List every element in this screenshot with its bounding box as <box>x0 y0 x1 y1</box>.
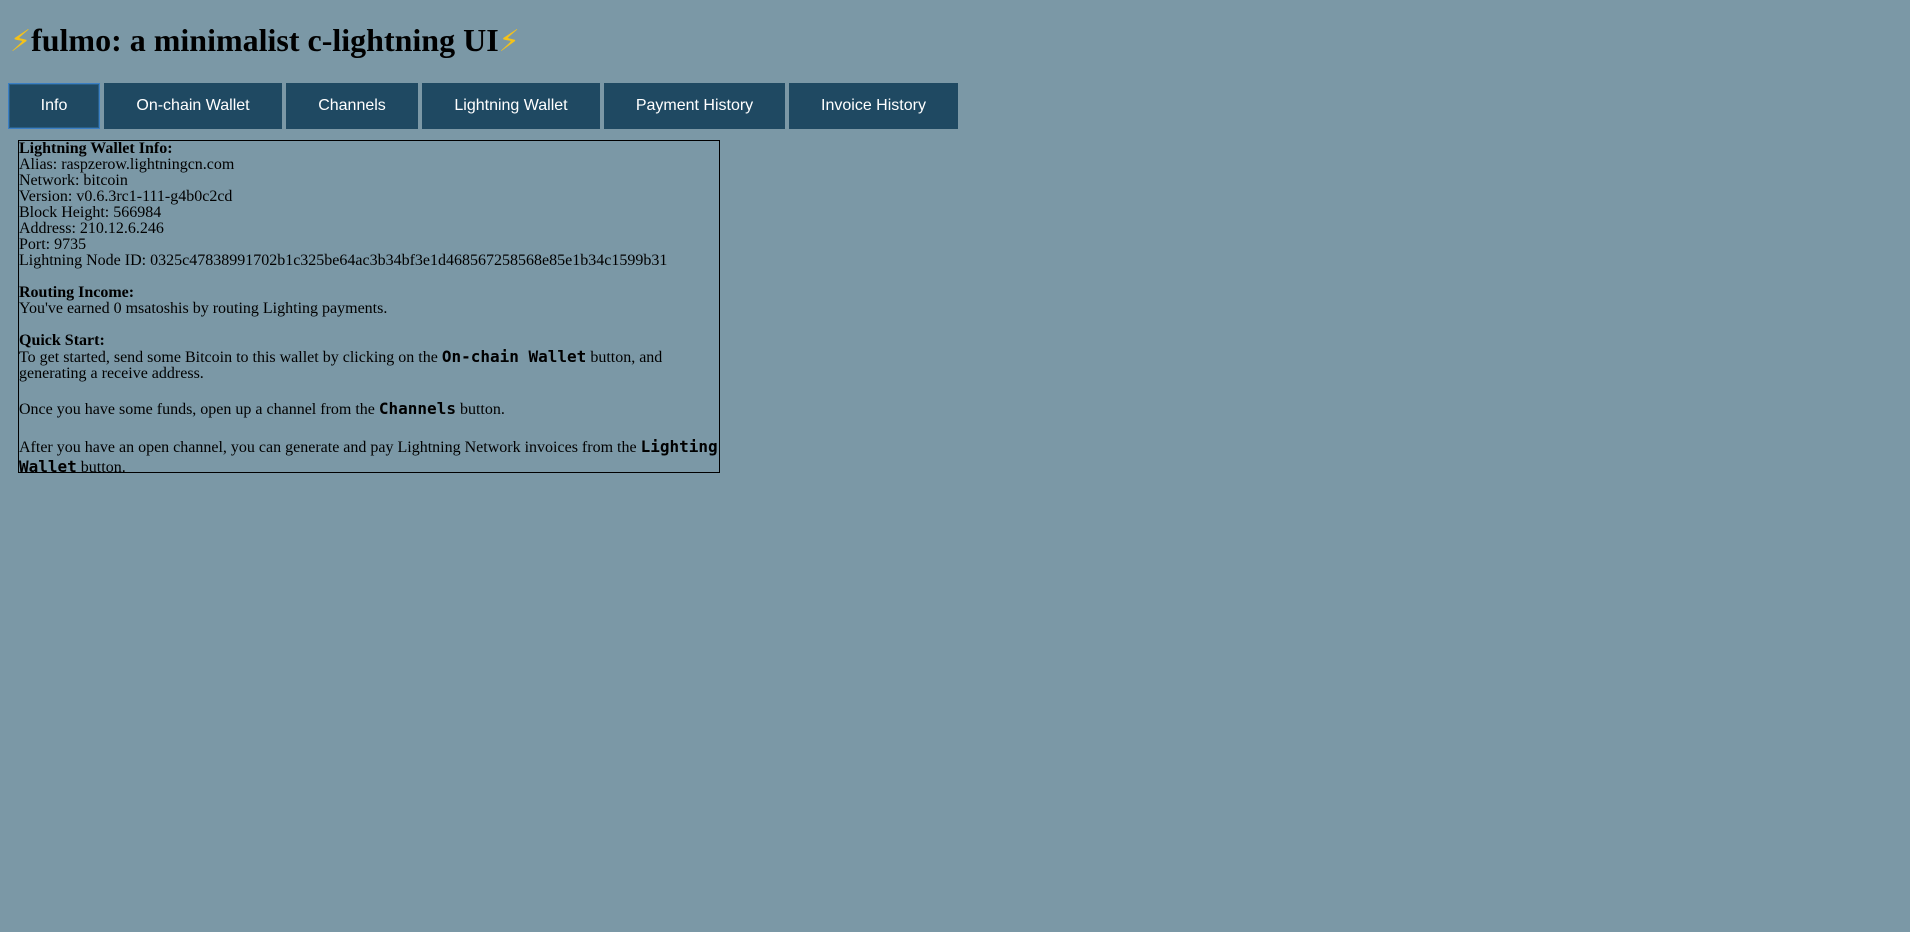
quick-start-text: button. <box>455 401 505 418</box>
lightning-bolt-icon: ⚡ <box>10 24 32 59</box>
routing-income-heading: Routing Income: <box>19 284 135 301</box>
tab-bar: Info On-chain Wallet Channels Lightning … <box>8 83 962 129</box>
routing-income-text: You've earned 0 msatoshis by routing Lig… <box>19 300 388 317</box>
tab-channels[interactable]: Channels <box>286 83 418 129</box>
node-id-text: Lightning Node ID: 0325c47838991702b1c32… <box>19 252 668 269</box>
alias-text: Alias: raspzerow.lightningcn.com <box>19 156 235 173</box>
network-text: Network: bitcoin <box>19 172 128 189</box>
quick-start-text: To get started, send some Bitcoin to thi… <box>19 349 442 366</box>
quick-start-text: button. <box>76 459 126 473</box>
version-text: Version: v0.6.3rc1-111-g4b0c2cd <box>19 188 233 205</box>
tab-info[interactable]: Info <box>8 83 100 129</box>
block-height-text: Block Height: 566984 <box>19 204 162 221</box>
quick-start-text: Once you have some funds, open up a chan… <box>19 401 379 418</box>
tab-payment-history[interactable]: Payment History <box>604 83 785 129</box>
tab-on-chain-wallet[interactable]: On-chain Wallet <box>104 83 282 129</box>
on-chain-wallet-ref: On-chain Wallet <box>441 347 587 366</box>
tab-invoice-history[interactable]: Invoice History <box>789 83 958 129</box>
tab-lightning-wallet[interactable]: Lightning Wallet <box>422 83 600 129</box>
channels-ref: Channels <box>378 399 456 418</box>
port-text: Port: 9735 <box>19 236 87 253</box>
quick-start-step-3: After you have an open channel, you can … <box>19 437 719 473</box>
page-title-text: fulmo: a minimalist c-lightning UI <box>31 22 499 58</box>
info-panel: Lightning Wallet Info: Alias: raspzerow.… <box>18 140 720 473</box>
page-title: ⚡fulmo: a minimalist c-lightning UI⚡ <box>10 14 520 68</box>
wallet-info-heading: Lightning Wallet Info: <box>19 140 173 157</box>
quick-start-step-2: Once you have some funds, open up a chan… <box>19 401 719 418</box>
quick-start-step-1: To get started, send some Bitcoin to thi… <box>19 349 719 382</box>
address-text: Address: 210.12.6.246 <box>19 220 164 237</box>
lightning-bolt-icon: ⚡ <box>498 24 520 59</box>
quick-start-text: After you have an open channel, you can … <box>19 439 641 456</box>
quick-start-heading: Quick Start: <box>19 332 105 349</box>
